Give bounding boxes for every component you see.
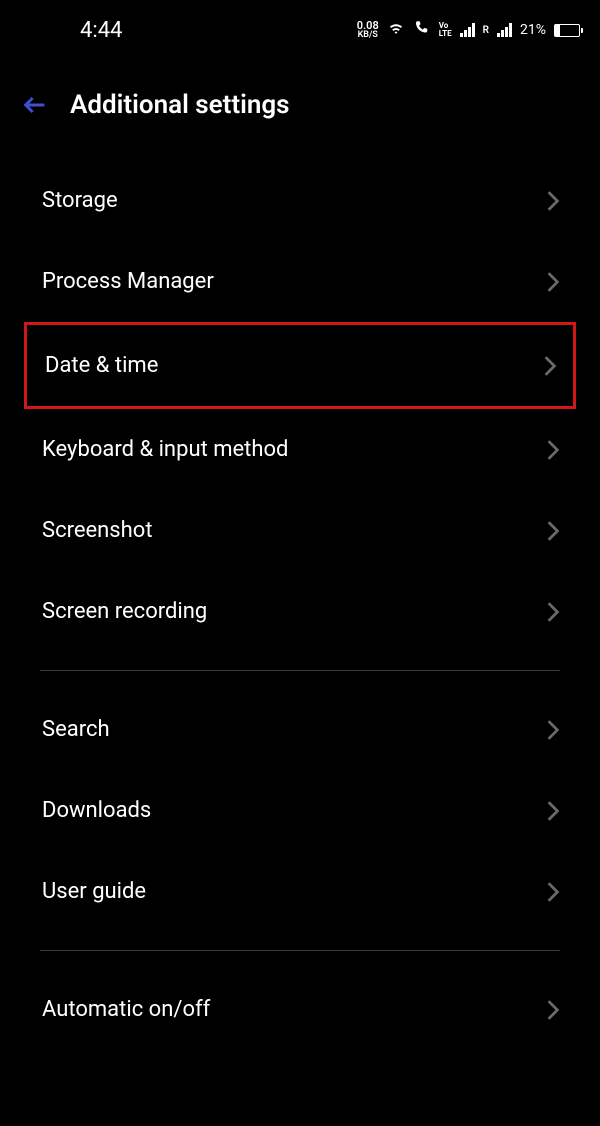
chevron-right-icon <box>546 190 560 212</box>
chevron-right-icon <box>546 271 560 293</box>
signal-bars-1 <box>460 23 475 37</box>
settings-item-user-guide[interactable]: User guide <box>0 851 600 932</box>
chevron-right-icon <box>546 601 560 623</box>
settings-item-screenshot[interactable]: Screenshot <box>0 490 600 571</box>
header: Additional settings <box>0 60 600 160</box>
settings-item-keyboard[interactable]: Keyboard & input method <box>0 409 600 490</box>
settings-item-downloads[interactable]: Downloads <box>0 770 600 851</box>
settings-label: Keyboard & input method <box>42 437 288 462</box>
settings-label: Screenshot <box>42 518 153 543</box>
settings-item-automatic-onoff[interactable]: Automatic on/off <box>0 969 600 1050</box>
signal-bars-2 <box>497 23 512 37</box>
wifi-icon <box>387 19 405 41</box>
settings-label: User guide <box>42 879 146 904</box>
volte-icon: Vo LTE <box>439 22 452 38</box>
chevron-right-icon <box>546 719 560 741</box>
battery-percentage: 21% <box>520 22 546 38</box>
chevron-right-icon <box>546 999 560 1021</box>
settings-label: Date & time <box>45 353 158 378</box>
settings-label: Storage <box>42 188 118 213</box>
status-bar: 4:44 0.08 KB/S Vo LTE R 21% <box>0 0 600 60</box>
settings-item-search[interactable]: Search <box>0 689 600 770</box>
settings-item-screen-recording[interactable]: Screen recording <box>0 571 600 652</box>
settings-label: Search <box>42 717 110 742</box>
chevron-right-icon <box>546 881 560 903</box>
chevron-right-icon <box>546 800 560 822</box>
settings-label: Automatic on/off <box>42 997 210 1022</box>
divider <box>40 950 560 951</box>
roaming-label: R <box>483 25 489 36</box>
back-button[interactable] <box>20 90 50 120</box>
settings-item-date-time[interactable]: Date & time <box>24 322 576 409</box>
settings-item-process-manager[interactable]: Process Manager <box>0 241 600 322</box>
arrow-left-icon <box>21 91 49 119</box>
settings-item-storage[interactable]: Storage <box>0 160 600 241</box>
divider <box>40 670 560 671</box>
battery-icon <box>554 24 580 37</box>
page-title: Additional settings <box>70 90 290 120</box>
chevron-right-icon <box>546 520 560 542</box>
wifi-calling-icon <box>413 19 431 41</box>
settings-label: Downloads <box>42 798 151 823</box>
settings-label: Process Manager <box>42 269 214 294</box>
chevron-right-icon <box>543 355 557 377</box>
network-speed: 0.08 KB/S <box>357 20 379 40</box>
settings-list: Storage Process Manager Date & time Keyb… <box>0 160 600 1050</box>
chevron-right-icon <box>546 439 560 461</box>
status-right: 0.08 KB/S Vo LTE R 21% <box>357 19 580 41</box>
status-time: 4:44 <box>80 18 122 43</box>
settings-label: Screen recording <box>42 599 207 624</box>
